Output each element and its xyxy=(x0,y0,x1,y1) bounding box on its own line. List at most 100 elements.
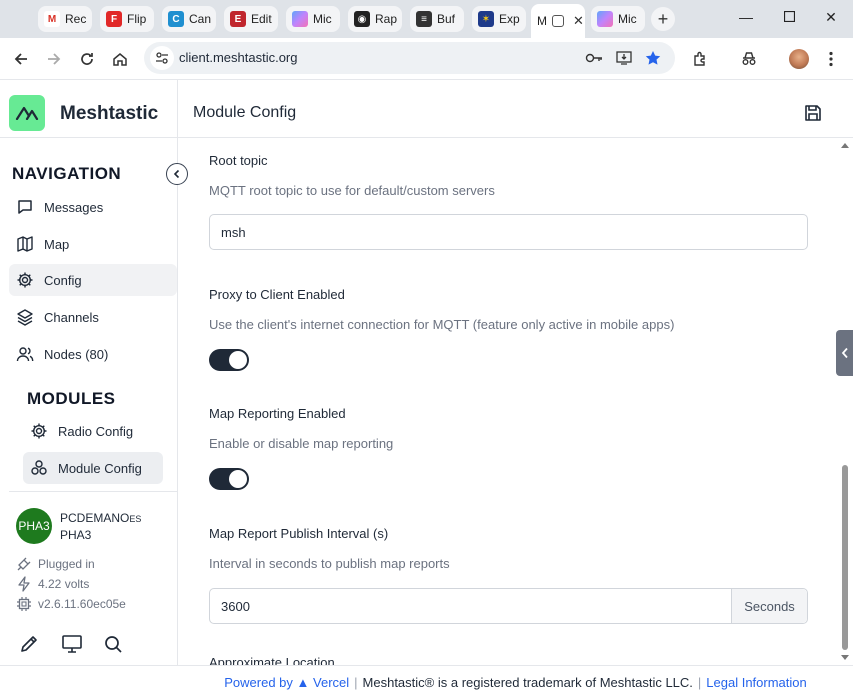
install-app-icon[interactable] xyxy=(615,49,633,67)
page-title: Module Config xyxy=(193,104,297,121)
browser-tab[interactable]: ◉ Rap xyxy=(348,6,402,32)
publish-interval-label: Map Report Publish Interval (s) xyxy=(209,526,389,541)
separator: | xyxy=(697,674,702,690)
content-scrollbar[interactable] xyxy=(837,138,853,665)
browser-tab[interactable]: E Edit xyxy=(224,6,278,32)
gear-icon xyxy=(31,423,47,439)
sidebar-item-module-config[interactable]: Module Config xyxy=(23,452,163,484)
sidebar-item-label: Config xyxy=(44,272,82,288)
meshtastic-app: Meshtastic NAVIGATION Messages Map Confi… xyxy=(0,80,853,698)
close-window-icon[interactable]: ✕ xyxy=(821,9,841,26)
root-topic-label: Root topic xyxy=(209,153,268,168)
collapse-sidebar-button[interactable] xyxy=(166,163,188,185)
meshtastic-tab-icon xyxy=(552,15,564,27)
gear-icon xyxy=(17,272,33,288)
sidebar-item-label: Module Config xyxy=(58,460,142,476)
sidebar-item-messages[interactable]: Messages xyxy=(9,191,177,223)
power-status: Plugged in xyxy=(16,556,95,572)
modules-heading: MODULES xyxy=(27,389,116,408)
scroll-up-icon[interactable] xyxy=(841,143,849,148)
minimize-icon[interactable]: — xyxy=(736,9,756,25)
browser-tab[interactable]: M Rec xyxy=(38,6,92,32)
browser-tab[interactable]: C Can xyxy=(162,6,216,32)
legal-information-link[interactable]: Legal Information xyxy=(706,675,806,690)
save-button[interactable] xyxy=(803,103,823,123)
boxes-icon xyxy=(31,460,47,475)
publish-interval-description: Interval in seconds to publish map repor… xyxy=(209,556,450,571)
gmail-icon: M xyxy=(44,11,60,27)
separator: | xyxy=(354,674,358,690)
root-topic-description: MQTT root topic to use for default/custo… xyxy=(209,183,495,198)
plug-icon xyxy=(17,557,31,571)
map-reporting-toggle[interactable] xyxy=(209,468,249,490)
browser-tab[interactable]: Mic xyxy=(591,6,645,32)
close-icon[interactable]: ✕ xyxy=(573,13,584,29)
bookmark-star-icon[interactable] xyxy=(644,49,662,67)
sidebar-item-label: Channels xyxy=(44,309,99,325)
sidebar-item-label: Radio Config xyxy=(58,423,134,439)
edit-pencil-icon[interactable] xyxy=(18,633,40,655)
edit-icon: E xyxy=(230,11,246,27)
publish-interval-input[interactable]: 3600 Seconds xyxy=(209,588,808,624)
browser-tab-active[interactable]: M ✕ xyxy=(531,4,585,38)
chevron-left-icon xyxy=(173,169,180,179)
password-key-icon[interactable] xyxy=(585,49,603,67)
sidebar-item-channels[interactable]: Channels xyxy=(9,301,177,333)
proxy-to-client-toggle[interactable] xyxy=(209,349,249,371)
sidebar-item-label: Messages xyxy=(44,199,104,215)
device-long-name: PCDEMANOES xyxy=(60,511,142,525)
map-reporting-label: Map Reporting Enabled xyxy=(209,406,346,421)
browser-tab[interactable]: F Flip xyxy=(100,6,154,32)
incognito-icon[interactable] xyxy=(737,47,761,71)
sidebar-item-radio-config[interactable]: Radio Config xyxy=(23,415,163,447)
root-topic-input[interactable]: msh xyxy=(209,214,808,250)
device-avatar[interactable]: PHA3 xyxy=(16,508,52,544)
monitor-icon[interactable] xyxy=(61,633,83,655)
chip-icon xyxy=(17,597,31,611)
device-name-suffix: ES xyxy=(129,514,142,524)
powered-by-link[interactable]: Powered by ▲ Vercel xyxy=(224,675,349,690)
url-text[interactable]: client.meshtastic.org xyxy=(179,50,298,65)
approximate-location-label: Approximate Location xyxy=(209,655,335,665)
sidebar-item-nodes[interactable]: Nodes (80) xyxy=(9,338,177,370)
sidebar-item-map[interactable]: Map xyxy=(9,228,177,260)
eu-icon: ✶ xyxy=(478,11,494,27)
browser-tab[interactable]: ✶ Exp xyxy=(472,6,526,32)
publish-interval-value[interactable]: 3600 xyxy=(221,599,250,614)
buffer-icon: ≡ xyxy=(416,11,432,27)
profile-avatar-icon[interactable] xyxy=(787,47,811,71)
message-icon xyxy=(18,200,32,214)
map-icon xyxy=(17,236,33,252)
browser-tab[interactable]: ≡ Buf xyxy=(410,6,464,32)
sidebar-item-config[interactable]: Config xyxy=(9,264,177,296)
voltage-status: 4.22 volts xyxy=(16,576,89,592)
address-bar[interactable]: client.meshtastic.org xyxy=(144,42,675,74)
search-icon[interactable] xyxy=(102,633,124,655)
lightning-icon xyxy=(18,576,30,592)
browser-tab[interactable]: Mic xyxy=(286,6,340,32)
new-tab-button[interactable]: + xyxy=(651,7,675,31)
home-icon[interactable] xyxy=(108,47,132,71)
scrollbar-thumb[interactable] xyxy=(842,465,848,650)
proxy-to-client-description: Use the client's internet connection for… xyxy=(209,317,675,332)
maximize-icon[interactable] xyxy=(779,9,799,25)
scroll-down-icon[interactable] xyxy=(841,655,849,660)
chevron-left-icon xyxy=(841,347,848,359)
reload-icon[interactable] xyxy=(75,47,99,71)
meshtastic-logo-icon xyxy=(9,95,45,131)
sidebar-item-label: Nodes (80) xyxy=(44,346,109,362)
side-panel-toggle[interactable] xyxy=(836,330,853,376)
copilot-icon xyxy=(597,11,613,27)
site-info-icon[interactable] xyxy=(150,46,174,70)
browser-tab-strip: M Rec F Flip C Can E Edit Mic ◉ Rap ≡ Bu… xyxy=(0,0,853,38)
users-icon xyxy=(16,347,34,362)
extensions-icon[interactable] xyxy=(688,47,712,71)
more-menu-icon[interactable] xyxy=(819,47,843,71)
module-config-form: Root topic MQTT root topic to use for de… xyxy=(179,138,830,665)
sidebar-item-label: Map xyxy=(44,236,70,252)
copilot-icon xyxy=(292,11,308,27)
back-icon[interactable] xyxy=(9,47,33,71)
trademark-notice: Meshtastic® is a registered trademark of… xyxy=(362,674,693,690)
forward-icon[interactable] xyxy=(42,47,66,71)
firmware-version: v2.6.11.60ec05e xyxy=(16,596,126,612)
